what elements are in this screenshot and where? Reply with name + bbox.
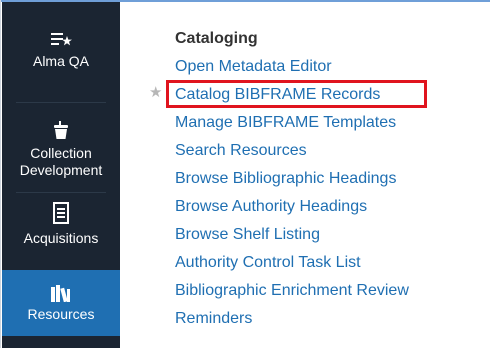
highlight-box xyxy=(166,80,427,108)
left-border xyxy=(0,0,1,348)
star-icon[interactable]: ★ xyxy=(149,85,162,100)
menu-section-title: Cataloging xyxy=(175,30,258,47)
sidebar-item-collection-development[interactable]: Collection Development xyxy=(2,120,120,190)
sidebar-item-label-line2: Development xyxy=(19,162,103,178)
sidebar-item-label: Acquisitions xyxy=(23,230,99,246)
collection-development-icon xyxy=(54,121,68,139)
menu-item-browse-shelf-listing[interactable]: Browse Shelf Listing xyxy=(175,226,320,244)
sidebar-divider xyxy=(16,102,106,103)
menu-item-authority-control-task-list[interactable]: Authority Control Task List xyxy=(175,254,361,272)
menu-item-browse-bibliographic-headings[interactable]: Browse Bibliographic Headings xyxy=(175,170,396,188)
acquisitions-icon xyxy=(53,202,69,224)
menu-item-manage-bibframe-templates[interactable]: Manage BIBFRAME Templates xyxy=(175,114,396,132)
page: Alma QA Collection Development Acquisiti… xyxy=(0,0,490,348)
sidebar-divider xyxy=(16,192,106,193)
alma-qa-icon xyxy=(51,33,72,46)
menu-item-browse-authority-headings[interactable]: Browse Authority Headings xyxy=(175,198,367,216)
resources-icon xyxy=(51,285,70,302)
menu-item-bibliographic-enrichment-review[interactable]: Bibliographic Enrichment Review xyxy=(175,282,409,300)
sidebar-item-resources[interactable]: Resources xyxy=(2,270,120,336)
sidebar-item-label-line1: Collection xyxy=(30,145,92,161)
sidebar-item-acquisitions[interactable]: Acquisitions xyxy=(2,202,120,262)
sidebar-item-label: Alma QA xyxy=(32,53,89,69)
menu-item-reminders[interactable]: Reminders xyxy=(175,310,252,328)
main-sidebar: Alma QA Collection Development Acquisiti… xyxy=(2,2,120,348)
sidebar-item-alma-qa[interactable]: Alma QA xyxy=(2,30,120,90)
menu-item-open-metadata-editor[interactable]: Open Metadata Editor xyxy=(175,58,332,76)
menu-item-search-resources[interactable]: Search Resources xyxy=(175,142,307,160)
sidebar-item-label: Resources xyxy=(27,306,95,322)
